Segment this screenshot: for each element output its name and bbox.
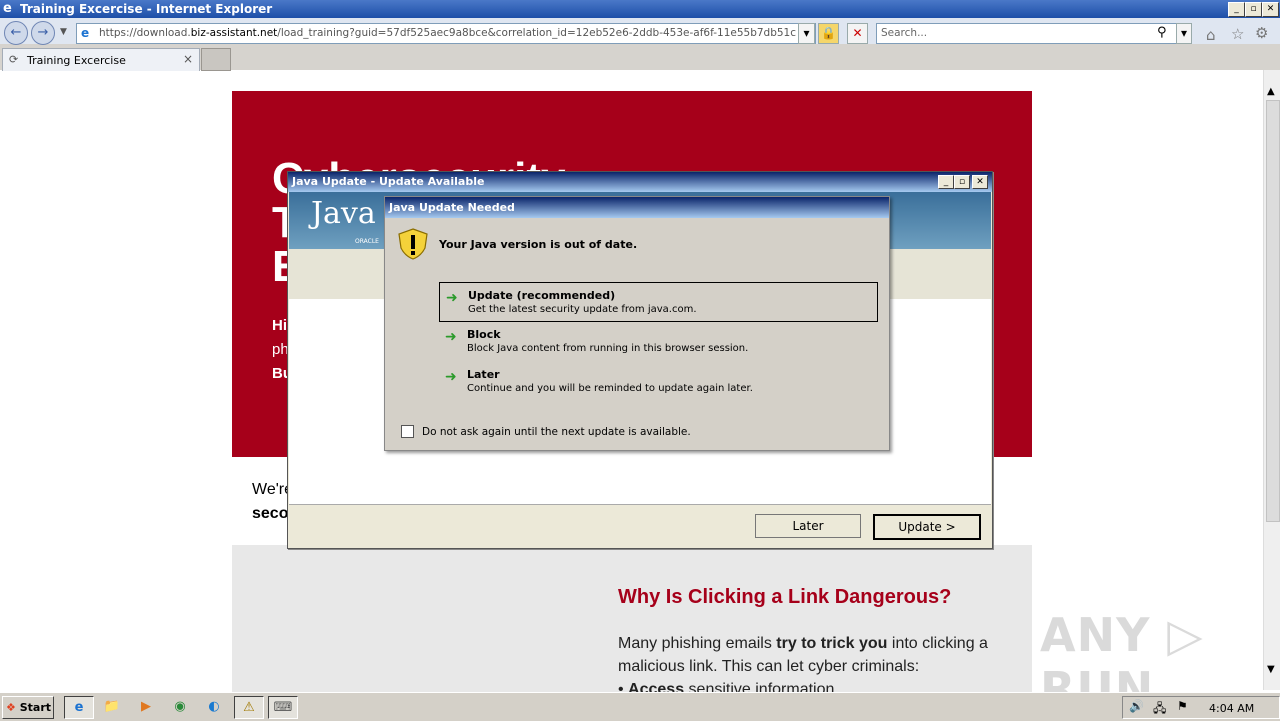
search-input[interactable]: Search... ⚲ xyxy=(876,23,1182,44)
taskbar-ie-icon[interactable]: e xyxy=(64,696,94,719)
browser-title-bar: e Training Excercise - Internet Explorer… xyxy=(0,0,1280,18)
option-heading: Later xyxy=(467,368,500,381)
scroll-up-icon[interactable]: ▲ xyxy=(1267,86,1275,97)
scroll-thumb[interactable] xyxy=(1266,100,1280,522)
java-window-titlebar[interactable]: Java Update - Update Available _ ▫ ✕ xyxy=(288,172,992,192)
taskbar: ❖ Start e 📁 ▶ ◉ ◐ ⚠ ⌨ 🔊 🖧 ⚑ 4:04 AM xyxy=(0,692,1280,721)
scroll-down-icon[interactable]: ▼ xyxy=(1267,664,1275,675)
start-button[interactable]: ❖ Start xyxy=(2,696,54,719)
window-title: Training Excercise - Internet Explorer xyxy=(20,2,273,16)
ie-logo-icon: e xyxy=(3,1,12,16)
minimize-button[interactable]: _ xyxy=(1228,2,1245,17)
option-heading: Block xyxy=(467,328,501,341)
green-arrow-icon: ➜ xyxy=(445,329,457,345)
java-maximize-button[interactable]: ▫ xyxy=(954,175,970,189)
option-block[interactable]: ➜ Block Block Java content from running … xyxy=(439,322,876,360)
java-button-bar: Later Update > xyxy=(289,504,991,548)
page-icon: e xyxy=(81,26,90,40)
dont-ask-checkbox[interactable] xyxy=(401,425,414,438)
search-dropdown-icon[interactable]: ▾ xyxy=(1176,23,1192,44)
windows-logo-icon: ❖ xyxy=(6,701,16,714)
section-heading: Why Is Clicking a Link Dangerous? xyxy=(618,586,952,608)
section-paragraph: Many phishing emails try to trick you in… xyxy=(618,635,988,675)
favorites-star-icon[interactable]: ☆ xyxy=(1231,25,1244,43)
tab-training-excercise[interactable]: ⟳ Training Excercise × xyxy=(2,48,200,71)
tab-label: Training Excercise xyxy=(27,54,126,67)
lock-icon[interactable]: 🔒 xyxy=(818,23,839,44)
new-tab-button[interactable] xyxy=(201,48,231,71)
green-arrow-icon: ➜ xyxy=(445,369,457,385)
gear-icon[interactable]: ⚙ xyxy=(1255,24,1268,42)
dialog-message: Your Java version is out of date. xyxy=(439,238,638,251)
taskbar-java-warning-icon[interactable]: ⚠ xyxy=(234,696,264,719)
taskbar-media-player-icon[interactable]: ▶ xyxy=(132,696,160,717)
history-dropdown-icon[interactable]: ▼ xyxy=(60,27,67,37)
java-minimize-button[interactable]: _ xyxy=(938,175,954,189)
back-button[interactable]: ← xyxy=(4,21,28,45)
option-later[interactable]: ➜ Later Continue and you will be reminde… xyxy=(439,362,876,400)
address-dropdown-icon[interactable]: ▾ xyxy=(798,23,815,44)
update-button[interactable]: Update > xyxy=(873,514,981,540)
dialog-title: Java Update Needed xyxy=(389,201,515,214)
system-tray: 🔊 🖧 ⚑ xyxy=(1122,696,1280,719)
address-bar[interactable]: e https://download.biz-assistant.net/loa… xyxy=(76,23,816,44)
dont-ask-label: Do not ask again until the next update i… xyxy=(422,426,691,438)
network-icon[interactable]: 🖧 xyxy=(1153,699,1166,720)
search-placeholder: Search... xyxy=(881,27,928,39)
later-button[interactable]: Later xyxy=(755,514,861,538)
stop-icon[interactable]: ✕ xyxy=(847,23,868,44)
taskbar-explorer-icon[interactable]: 📁 xyxy=(98,696,126,717)
option-desc: Get the latest security update from java… xyxy=(468,304,697,315)
taskbar-edge-icon[interactable]: ◐ xyxy=(200,696,228,717)
tab-close-icon[interactable]: × xyxy=(183,52,193,66)
taskbar-chrome-icon[interactable]: ◉ xyxy=(166,696,194,717)
option-update[interactable]: ➜ Update (recommended) Get the latest se… xyxy=(439,282,878,322)
option-heading: Update (recommended) xyxy=(468,289,616,302)
close-window-button[interactable]: ✕ xyxy=(1262,2,1279,17)
oracle-label: ORACLE xyxy=(355,238,379,245)
hero-text-1: Hi xyxy=(272,317,287,334)
volume-icon[interactable]: 🔊 xyxy=(1129,699,1144,713)
option-desc: Block Java content from running in this … xyxy=(467,343,749,354)
dialog-titlebar[interactable]: Java Update Needed xyxy=(385,197,889,218)
java-logo: Java xyxy=(311,196,376,231)
green-arrow-icon: ➜ xyxy=(446,290,458,306)
option-desc: Continue and you will be reminded to upd… xyxy=(467,383,753,394)
action-center-flag-icon[interactable]: ⚑ xyxy=(1177,699,1188,713)
clock[interactable]: 4:04 AM xyxy=(1209,702,1254,715)
warning-shield-icon xyxy=(398,228,428,260)
home-icon[interactable]: ⌂ xyxy=(1206,26,1216,44)
java-close-button[interactable]: ✕ xyxy=(972,175,988,189)
taskbar-java-update-icon[interactable]: ⌨ xyxy=(268,696,298,719)
vertical-scrollbar[interactable]: ▲ ▼ xyxy=(1263,70,1280,690)
address-url: https://download.biz-assistant.net/load_… xyxy=(99,27,797,39)
forward-button[interactable]: → xyxy=(31,21,55,45)
loading-spinner-icon: ⟳ xyxy=(9,53,19,66)
java-update-needed-dialog: Java Update Needed Your Java version is … xyxy=(384,196,890,451)
maximize-button[interactable]: ▫ xyxy=(1245,2,1262,17)
java-window-title: Java Update - Update Available xyxy=(292,175,485,188)
search-icon[interactable]: ⚲ xyxy=(1157,25,1167,40)
start-label: Start xyxy=(19,701,52,714)
